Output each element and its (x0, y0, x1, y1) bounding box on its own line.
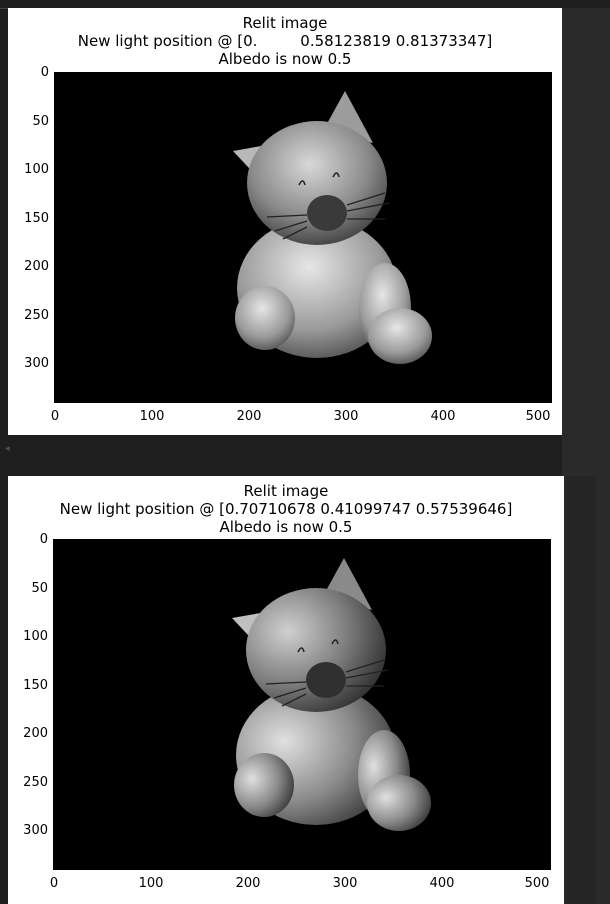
relit-image-2 (53, 539, 551, 870)
x-tick-label: 500 (525, 409, 551, 424)
output-figure-1: Relit image New light position @ [0. 0.5… (8, 8, 562, 435)
x-tick-label: 100 (139, 409, 165, 424)
figure-title: Relit image (243, 482, 329, 500)
y-tick-label: 150 (24, 211, 49, 226)
x-tick-label: 100 (138, 876, 164, 891)
x-tick-label: 0 (50, 409, 60, 424)
y-tick-label: 0 (40, 65, 49, 80)
x-tick-label: 400 (430, 409, 456, 424)
y-tick-label: 100 (23, 629, 48, 644)
figure-title: Relit image (242, 14, 328, 32)
y-tick-label: 300 (23, 823, 48, 838)
x-tick-label: 200 (236, 409, 262, 424)
figure-subtitle-light-position: New light position @ [0. 0.58123819 0.81… (77, 32, 493, 50)
figure-subtitle-albedo: Albedo is now 0.5 (219, 518, 353, 536)
relit-image-1 (54, 72, 552, 403)
cat-figurine-image (55, 73, 551, 402)
y-tick-label: 50 (32, 114, 49, 129)
y-tick-label: 150 (23, 678, 48, 693)
y-tick-label: 0 (39, 532, 48, 547)
x-tick-label: 400 (429, 876, 455, 891)
x-tick-label: 300 (332, 876, 358, 891)
y-tick-label: 50 (31, 581, 48, 596)
x-tick-label: 500 (524, 876, 550, 891)
cat-figurine-image (54, 540, 550, 869)
y-tick-label: 100 (24, 162, 49, 177)
y-tick-label: 200 (24, 259, 49, 274)
y-tick-label: 300 (24, 356, 49, 371)
x-tick-label: 0 (49, 876, 59, 891)
output-scrollbar-track[interactable] (566, 476, 596, 904)
x-tick-label: 200 (235, 876, 261, 891)
y-tick-label: 250 (23, 775, 48, 790)
figure-subtitle-albedo: Albedo is now 0.5 (218, 50, 352, 68)
y-tick-label: 200 (23, 726, 48, 741)
output-figure-2: Relit image New light position @ [0.7071… (8, 476, 564, 904)
y-tick-label: 250 (24, 308, 49, 323)
collapse-output-icon[interactable]: ◂ (5, 444, 10, 454)
x-tick-label: 300 (333, 409, 359, 424)
figure-subtitle-light-position: New light position @ [0.70710678 0.41099… (59, 500, 513, 518)
